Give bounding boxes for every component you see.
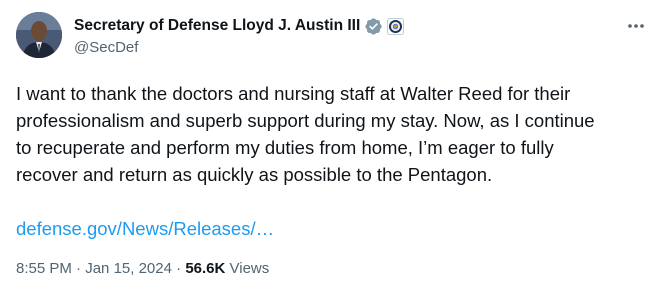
- tweet-meta: 8:55 PM · Jan 15, 2024 · 56.6K Views: [16, 259, 269, 279]
- profile-photo: [16, 12, 62, 58]
- tweet-header: Secretary of Defense Lloyd J. Austin III: [16, 12, 652, 60]
- tweet-text: I want to thank the doctors and nursing …: [16, 83, 595, 185]
- dod-seal-icon[interactable]: [387, 17, 405, 35]
- views-label: Views: [229, 260, 270, 277]
- tweet-link[interactable]: defense.gov/News/Releases/…: [16, 215, 274, 242]
- handle[interactable]: @SecDef: [74, 39, 612, 56]
- verified-badge-icon[interactable]: [364, 17, 383, 36]
- views-count: 56.6K: [185, 260, 226, 277]
- tweet-time[interactable]: 8:55 PM: [16, 260, 72, 277]
- author-names: Secretary of Defense Lloyd J. Austin III: [74, 16, 612, 56]
- more-horizontal-icon[interactable]: [624, 14, 648, 38]
- avatar[interactable]: [16, 12, 62, 58]
- name-row: Secretary of Defense Lloyd J. Austin III: [74, 16, 612, 36]
- display-name[interactable]: Secretary of Defense Lloyd J. Austin III: [74, 17, 360, 35]
- tweet-card: Secretary of Defense Lloyd J. Austin III: [0, 0, 668, 286]
- meta-separator-2: ·: [171, 260, 186, 277]
- meta-separator: ·: [71, 260, 86, 277]
- tweet-date[interactable]: Jan 15, 2024: [85, 260, 172, 277]
